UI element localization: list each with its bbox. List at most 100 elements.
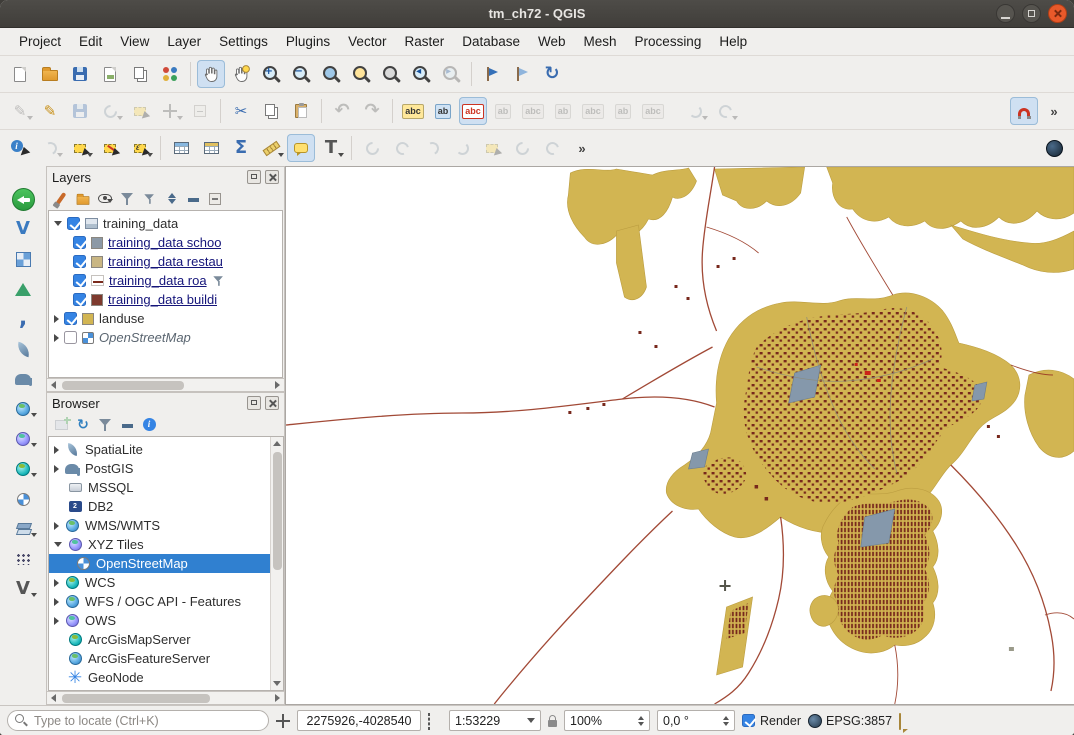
render-checkbox[interactable] (742, 714, 755, 727)
layer-checkbox[interactable] (73, 255, 86, 268)
add-mesh-layer-button[interactable] (8, 276, 38, 302)
manage-map-themes-button[interactable] (96, 190, 114, 208)
browser-collapse-all-button[interactable] (118, 416, 136, 434)
scroll-thumb[interactable] (62, 694, 210, 703)
zoom-to-layer-button[interactable] (377, 60, 405, 88)
expander-down-icon[interactable] (54, 542, 62, 547)
locator-search-input[interactable] (7, 710, 269, 731)
layer-diagram-button[interactable]: ab (429, 97, 457, 125)
remove-layer-button[interactable] (206, 190, 224, 208)
add-arcgis-layer-button[interactable] (8, 516, 38, 542)
layer-row-openstreetmap[interactable]: OpenStreetMap (49, 328, 282, 347)
scale-combobox[interactable]: 1:53229 (449, 710, 541, 731)
expand-all-button[interactable] (162, 190, 180, 208)
map-tips-button[interactable] (287, 134, 315, 162)
digitize-with-segment-button[interactable] (96, 97, 124, 125)
rotation-spinbox[interactable]: 0,0 ° (657, 710, 735, 731)
add-wfs-layer-button[interactable] (8, 456, 38, 482)
add-wcs-layer-button[interactable] (8, 426, 38, 452)
add-point-cloud-layer-button[interactable] (8, 546, 38, 572)
browser-item-wfs[interactable]: WFS / OGC API - Features (49, 592, 283, 611)
layer-checkbox[interactable] (73, 293, 86, 306)
browser-item-geonode[interactable]: ✳ GeoNode (49, 668, 283, 687)
expander-right-icon[interactable] (54, 522, 59, 530)
toolbar-overflow-button[interactable]: » (568, 134, 596, 162)
menu-web[interactable]: Web (529, 31, 575, 52)
show-hide-labels-button[interactable]: abc (519, 97, 547, 125)
browser-item-wcs[interactable]: WCS (49, 573, 283, 592)
menu-raster[interactable]: Raster (395, 31, 453, 52)
menu-vector[interactable]: Vector (339, 31, 395, 52)
layer-row-landuse[interactable]: landuse (49, 309, 282, 328)
close-button[interactable] (1048, 4, 1067, 23)
identify-features-button[interactable]: i (6, 134, 34, 162)
add-virtual-layer-button[interactable]: V (8, 576, 38, 602)
menu-database[interactable]: Database (453, 31, 529, 52)
layer-row-schools[interactable]: training_data schoo (49, 233, 282, 252)
coordinate-field[interactable] (297, 710, 421, 731)
browser-properties-button[interactable]: i (140, 416, 158, 434)
refresh-map-button[interactable]: ↻ (538, 60, 566, 88)
add-selected-layers-button[interactable] (52, 416, 70, 434)
browser-item-openstreetmap[interactable]: OpenStreetMap (49, 554, 283, 573)
browser-item-spatialite[interactable]: SpatiaLite (49, 440, 283, 459)
layers-panel-float-button[interactable] (247, 170, 261, 184)
change-label-button[interactable]: ab (609, 97, 637, 125)
new-print-layout-button[interactable] (96, 60, 124, 88)
zoom-in-button[interactable]: + (257, 60, 285, 88)
select-by-expression-button[interactable]: ε (126, 134, 154, 162)
scroll-track[interactable] (60, 379, 271, 391)
open-layer-styling-button[interactable] (52, 190, 70, 208)
save-project-button[interactable] (66, 60, 94, 88)
copy-features-button[interactable] (257, 97, 285, 125)
rectangle-button[interactable] (478, 134, 506, 162)
show-bookmarks-button[interactable] (508, 60, 536, 88)
layer-checkbox[interactable] (64, 331, 77, 344)
add-group-button[interactable] (74, 190, 92, 208)
menu-layer[interactable]: Layer (158, 31, 210, 52)
undo-button[interactable]: ↶ (328, 97, 356, 125)
style-manager-button[interactable] (156, 60, 184, 88)
browser-vertical-scrollbar[interactable] (270, 437, 283, 690)
layer-checkbox[interactable] (67, 217, 80, 230)
select-features-button[interactable] (66, 134, 94, 162)
scroll-left-button[interactable] (47, 692, 60, 705)
pan-to-selection-button[interactable] (227, 60, 255, 88)
browser-filter-button[interactable] (96, 416, 114, 434)
map-canvas[interactable] (285, 166, 1074, 705)
zoom-next-button[interactable]: ▸ (437, 60, 465, 88)
layer-checkbox[interactable] (64, 312, 77, 325)
browser-item-mssql[interactable]: MSSQL (49, 478, 283, 497)
expander-down-icon[interactable] (54, 221, 62, 226)
layer-row-restaurants[interactable]: training_data restau (49, 252, 282, 271)
menu-processing[interactable]: Processing (626, 31, 711, 52)
add-feature-button[interactable] (126, 97, 154, 125)
browser-item-arcgis-feature-server[interactable]: ArcGisFeatureServer (49, 649, 283, 668)
browser-item-postgis[interactable]: PostGIS (49, 459, 283, 478)
filter-legend-button[interactable] (118, 190, 136, 208)
delete-selected-button[interactable] (186, 97, 214, 125)
expander-right-icon[interactable] (54, 446, 59, 454)
redo-button[interactable]: ↷ (358, 97, 386, 125)
advanced-digitizing-button[interactable] (538, 134, 566, 162)
menu-view[interactable]: View (111, 31, 158, 52)
layers-horizontal-scrollbar[interactable] (47, 378, 284, 391)
expander-right-icon[interactable] (54, 617, 59, 625)
toggle-editing-button[interactable]: ✎ (36, 97, 64, 125)
deselect-features-button[interactable] (96, 134, 124, 162)
new-bookmark-button[interactable] (478, 60, 506, 88)
toolbar-overflow-button[interactable]: » (1040, 97, 1068, 125)
add-xyz-layer-button[interactable] (8, 486, 38, 512)
highlight-pinned-labels-button[interactable]: abc (459, 97, 487, 125)
metasearch-button[interactable] (1040, 134, 1068, 162)
add-vector-layer-button[interactable]: V (8, 216, 38, 242)
coordinate-crosshair-icon[interactable] (276, 714, 290, 728)
add-postgis-layer-button[interactable] (8, 366, 38, 392)
current-edits-button[interactable]: ✎ (6, 97, 34, 125)
scroll-right-button[interactable] (271, 692, 284, 705)
add-delimited-text-button[interactable]: , (8, 306, 38, 332)
titlebar[interactable]: tm_ch72 - QGIS (0, 0, 1074, 28)
zoom-to-selection-button[interactable] (347, 60, 375, 88)
browser-item-xyz-tiles[interactable]: XYZ Tiles (49, 535, 283, 554)
browser-refresh-button[interactable]: ↻ (74, 416, 92, 434)
